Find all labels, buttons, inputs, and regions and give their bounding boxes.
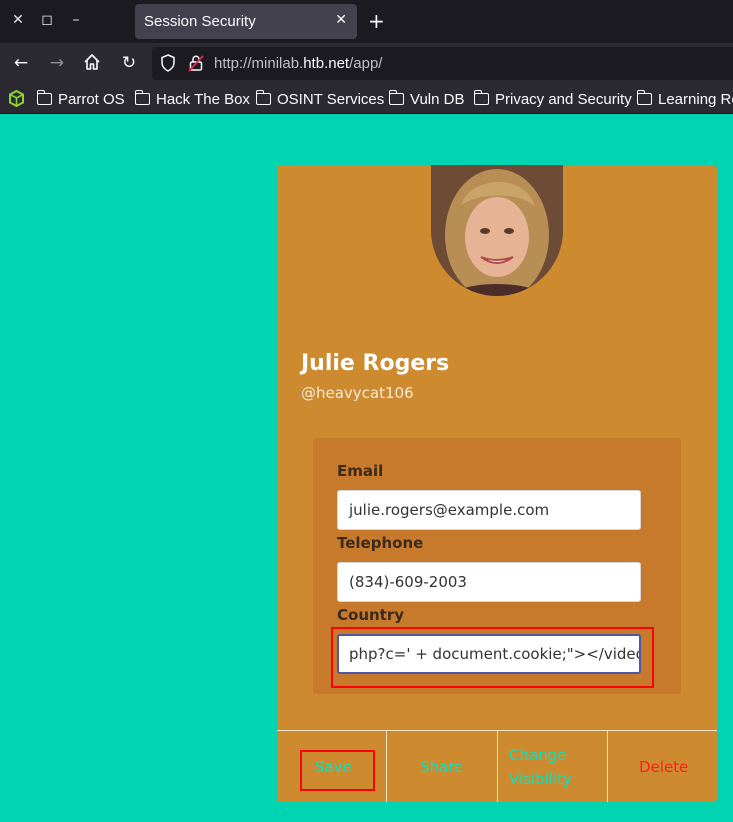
navigation-bar: ← → ↻ http://minilab.htb.net/app/ — [0, 43, 733, 84]
delete-label: Delete — [639, 758, 689, 776]
avatar — [431, 165, 563, 296]
bookmarks-bar: Parrot OS Hack The Box OSINT Services Vu… — [0, 84, 733, 114]
url-bar[interactable]: http://minilab.htb.net/app/ — [152, 47, 733, 80]
tab-bar: ✕ ◻ – Session Security ✕ + — [0, 0, 733, 43]
telephone-label: Telephone — [337, 534, 424, 552]
change-visibility-label-line2: Visibility — [509, 770, 572, 788]
profile-form: Email julie.rogers@example.com Telephone… — [313, 438, 681, 694]
profile-name: Julie Rogers — [301, 351, 450, 376]
back-icon[interactable]: ← — [11, 53, 31, 73]
share-button[interactable]: Share — [386, 731, 497, 802]
url-text: http://minilab.htb.net/app/ — [214, 55, 383, 72]
bookmark-hack-the-box[interactable]: Hack The Box — [134, 89, 250, 109]
profile-handle: @heavycat106 — [301, 384, 414, 402]
bookmark-vuln-db[interactable]: Vuln DB — [388, 89, 464, 109]
folder-icon — [473, 90, 489, 105]
close-window-icon[interactable]: ✕ — [9, 11, 27, 29]
folder-icon — [134, 90, 150, 105]
tab-title: Session Security — [144, 13, 256, 30]
profile-card: Julie Rogers @heavycat106 Email julie.ro… — [277, 165, 717, 802]
delete-button[interactable]: Delete — [607, 731, 717, 802]
minimize-window-icon[interactable]: – — [67, 11, 85, 29]
profile-actions: Save Share Change Visibility Delete — [277, 730, 717, 802]
insecure-lock-icon[interactable] — [188, 54, 204, 76]
bookmark-parrot-os[interactable]: Parrot OS — [36, 89, 125, 109]
email-field[interactable]: julie.rogers@example.com — [337, 490, 641, 530]
tab-close-icon[interactable]: ✕ — [335, 12, 347, 28]
forward-icon[interactable]: → — [47, 53, 67, 73]
country-field-highlight — [331, 627, 654, 688]
maximize-window-icon[interactable]: ◻ — [38, 11, 56, 29]
parrot-logo-icon[interactable] — [8, 89, 25, 111]
tab-session-security[interactable]: Session Security ✕ — [135, 4, 357, 39]
bookmark-privacy-and-security[interactable]: Privacy and Security — [473, 89, 632, 109]
save-button-highlight — [300, 750, 375, 791]
home-icon[interactable] — [82, 53, 102, 73]
folder-icon — [255, 90, 271, 105]
folder-icon — [36, 90, 52, 105]
bookmark-osint-services[interactable]: OSINT Services — [255, 89, 384, 109]
email-label: Email — [337, 462, 384, 480]
folder-icon — [636, 90, 652, 105]
change-visibility-label-line1: Change — [509, 746, 567, 764]
share-label: Share — [420, 758, 464, 776]
country-label: Country — [337, 606, 405, 624]
telephone-field[interactable]: (834)-609-2003 — [337, 562, 641, 602]
new-tab-icon[interactable]: + — [368, 9, 385, 33]
folder-icon — [388, 90, 404, 105]
reload-icon[interactable]: ↻ — [119, 53, 139, 73]
shield-icon[interactable] — [160, 54, 176, 76]
bookmark-learning-resources[interactable]: Learning Re — [636, 89, 733, 109]
change-visibility-button[interactable]: Change Visibility — [497, 731, 607, 802]
